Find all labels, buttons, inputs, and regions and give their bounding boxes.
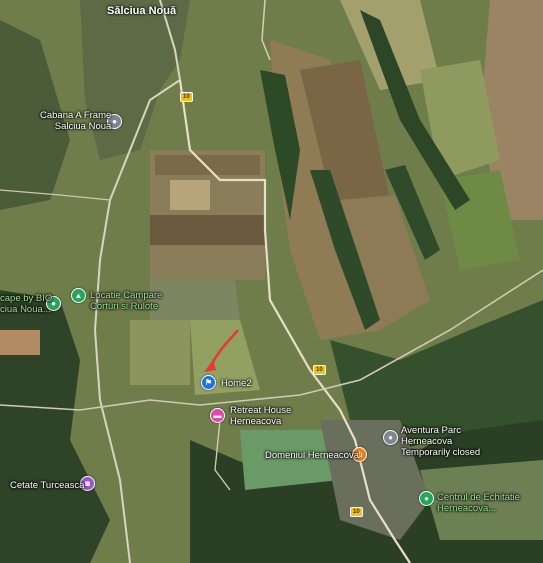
place-label-locatie-campare[interactable]: Locatie Campare Corturi si Rulote bbox=[90, 290, 162, 312]
place-label-cetate[interactable]: Cetate Turceasca bbox=[10, 480, 84, 491]
place-label-aventura-parc[interactable]: Aventura Parc Herneacova Temporarily clo… bbox=[401, 425, 480, 458]
place-name: Cabana A Frame bbox=[40, 110, 112, 121]
place-name-line2: Corturi si Rulote bbox=[90, 301, 159, 312]
place-name: cape by BIO bbox=[0, 293, 53, 304]
place-name: Aventura Parc bbox=[401, 425, 462, 436]
place-name: Retreat House bbox=[230, 405, 292, 416]
circle-dot-icon[interactable]: ● bbox=[419, 491, 434, 506]
road-shield: 10 bbox=[180, 92, 193, 102]
place-label-domeniul[interactable]: Domeniul Herneacova bbox=[265, 450, 359, 461]
road-shield: 10 bbox=[313, 365, 326, 375]
circle-dot-icon[interactable]: ● bbox=[383, 430, 398, 445]
place-label-cabana[interactable]: Cabana A Frame Salciua Noua bbox=[40, 110, 111, 132]
place-name-line2: Herneacova bbox=[401, 436, 453, 447]
place-label-home2[interactable]: Home2 bbox=[221, 378, 252, 389]
place-name: Centrul de Echitatie bbox=[437, 492, 520, 503]
status-label: Temporarily closed bbox=[401, 447, 481, 458]
satellite-map[interactable]: Sălciua Nouă 10 10 10 ● Cabana A Frame S… bbox=[0, 0, 543, 563]
place-name: Locatie Campare bbox=[90, 290, 163, 301]
campground-icon[interactable]: ▲ bbox=[71, 288, 86, 303]
place-label-retreat-house[interactable]: Retreat House Herneacova bbox=[230, 405, 291, 427]
place-label-cape-bio[interactable]: cape by BIO ciua Noua... bbox=[0, 293, 52, 315]
place-name-line2: Herneacova... bbox=[437, 503, 497, 514]
place-name-line2: Salciua Noua bbox=[54, 121, 112, 132]
hotel-icon[interactable]: ▬ bbox=[210, 408, 225, 423]
town-label: Sălciua Nouă bbox=[107, 5, 177, 17]
place-name-line2: Herneacova bbox=[230, 416, 282, 427]
place-label-centrul-echitatie[interactable]: Centrul de Echitatie Herneacova... bbox=[437, 492, 520, 514]
road-shield: 10 bbox=[350, 507, 363, 517]
flag-icon[interactable]: ⚑ bbox=[201, 375, 216, 390]
place-name-line2: ciua Noua... bbox=[0, 304, 51, 315]
